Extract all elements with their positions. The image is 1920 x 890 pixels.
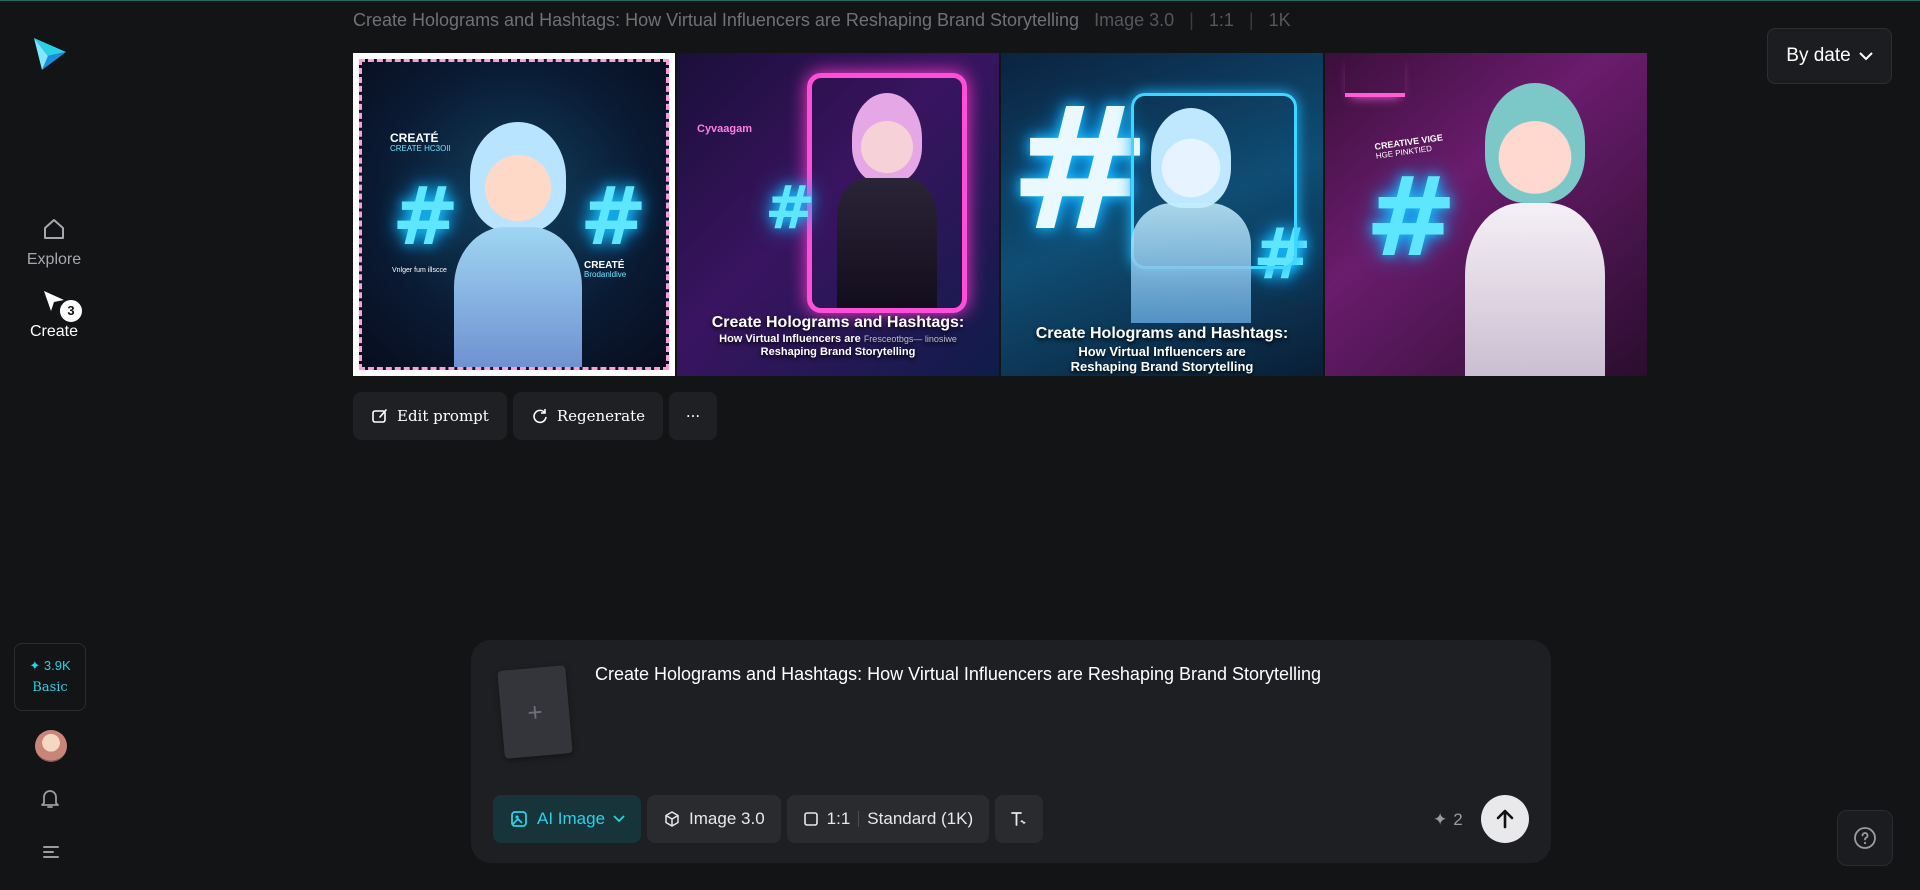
menu-icon[interactable]	[41, 843, 61, 866]
generated-image-3[interactable]: # # Create Holograms and Hashtags: How V…	[1001, 53, 1323, 376]
prompt-input[interactable]: Create Holograms and Hashtags: How Virtu…	[595, 664, 1321, 685]
nav-create-label: Create	[29, 323, 79, 340]
chevron-down-icon	[1859, 52, 1873, 61]
help-icon	[1854, 827, 1876, 849]
image-1-bottom-left: Vnlger fum illscce	[392, 267, 447, 274]
nav-explore-label: Explore	[26, 251, 82, 268]
chevron-down-icon	[613, 815, 625, 823]
image-3-caption-line2: Reshaping Brand Storytelling	[1070, 359, 1254, 375]
regenerate-button[interactable]: Regenerate	[512, 392, 664, 440]
generation-cost: ✦ 2	[1433, 810, 1463, 830]
hashtag-graphic: #	[392, 170, 460, 263]
character-body	[454, 227, 582, 367]
image-2-caption-extra: Fresceotbgs— linosiwe	[863, 333, 957, 344]
prompt-composer: + Create Holograms and Hashtags: How Vir…	[471, 640, 1551, 863]
image-1-top-text: CREATÉ CREATE HC3OII	[390, 131, 451, 154]
image-2-caption-line2: Reshaping Brand Storytelling	[760, 346, 916, 359]
character-body	[1465, 203, 1605, 376]
help-button[interactable]	[1837, 810, 1893, 866]
generation-prompt-title: Create Holograms and Hashtags: How Virtu…	[353, 10, 1080, 30]
generated-images: CREATÉ CREATE HC3OII # # Vnlger fum ills…	[353, 53, 1647, 376]
composer-toolbar: AI Image Image 3.0 1:1 Standard (1K)	[493, 795, 1044, 843]
top-border	[0, 0, 1920, 1]
character-figure	[470, 122, 566, 232]
ai-image-icon	[511, 811, 527, 827]
image-1-artwork: CREATÉ CREATE HC3OII # # Vnlger fum ills…	[359, 59, 669, 370]
hashtag-graphic: #	[765, 173, 816, 243]
plus-icon: +	[526, 695, 544, 728]
ratio-quality-selector[interactable]: 1:1 Standard (1K)	[786, 795, 990, 843]
image-2-caption-line1: How Virtual Influencers are	[719, 332, 861, 345]
edit-prompt-button[interactable]: Edit prompt	[353, 392, 507, 440]
image-2-panel-text: Cyvaagam	[697, 123, 753, 135]
generated-image-1[interactable]: CREATÉ CREATE HC3OII # # Vnlger fum ills…	[353, 53, 675, 376]
character-figure	[1485, 83, 1585, 203]
hashtag-graphic: #	[580, 170, 648, 263]
generation-mode-dropdown[interactable]: AI Image	[493, 795, 642, 843]
sparkle-icon: ✦	[1433, 810, 1448, 829]
image-3-caption-title: Create Holograms and Hashtags:	[1035, 325, 1289, 342]
text-style-button[interactable]	[995, 795, 1044, 843]
avatar[interactable]	[35, 730, 67, 762]
generation-model: Image 3.0	[1094, 10, 1175, 30]
image-1-top-title: CREATÉ	[390, 131, 439, 145]
character-body	[837, 178, 937, 308]
meta-separator: |	[1248, 10, 1254, 30]
home-icon	[44, 219, 64, 239]
image-actions: Edit prompt Regenerate ···	[353, 392, 718, 440]
sparkle-icon: ✦	[29, 658, 41, 673]
sidebar: Explore 3 Create ✦ 3.9K Basic	[0, 0, 108, 890]
sort-label: By date	[1786, 45, 1851, 66]
meta-separator: |	[1189, 10, 1194, 30]
credits-amount: 3.9K	[43, 658, 71, 673]
credits-amount-row: ✦ 3.9K	[15, 658, 85, 674]
more-icon: ···	[685, 407, 701, 425]
hashtag-graphic: #	[1365, 153, 1458, 281]
quality-label: Standard (1K)	[867, 809, 974, 828]
character-figure	[1151, 108, 1231, 208]
edit-icon	[372, 409, 387, 423]
plan-label: Basic	[32, 680, 68, 695]
image-2-caption-line: How Virtual Influencers are Fresceotbgs—…	[677, 332, 999, 346]
generation-mode-label: AI Image	[537, 809, 606, 828]
regenerate-label: Regenerate	[556, 407, 646, 425]
model-label: Image 3.0	[689, 809, 765, 828]
edit-prompt-label: Edit prompt	[397, 407, 489, 425]
image-3-caption-line1: How Virtual Influencers are	[1078, 343, 1246, 359]
refresh-icon	[533, 409, 547, 424]
generation-ratio: 1:1	[1208, 10, 1234, 30]
more-options-button[interactable]: ···	[669, 392, 718, 440]
send-button[interactable]	[1481, 795, 1529, 843]
image-1-bottom-right-sub: Brodanldive	[584, 270, 627, 279]
ratio-label: 1:1	[826, 809, 851, 828]
sort-dropdown[interactable]: By date	[1767, 28, 1892, 84]
arrow-up-icon	[1496, 809, 1514, 829]
app-logo[interactable]	[30, 34, 70, 74]
text-format-icon	[1011, 812, 1026, 826]
aspect-ratio-icon	[803, 812, 818, 826]
model-selector[interactable]: Image 3.0	[647, 795, 781, 843]
reference-image-upload[interactable]: +	[497, 665, 573, 759]
credits-panel[interactable]: ✦ 3.9K Basic	[14, 643, 86, 711]
nav-explore[interactable]: Explore	[14, 216, 94, 269]
image-2-caption-title: Create Holograms and Hashtags:	[711, 314, 965, 331]
generated-image-4[interactable]: CREATIVE VIGE HGE PINKTIED #	[1325, 53, 1647, 376]
cube-icon	[665, 811, 679, 827]
generated-image-2[interactable]: Cyvaagam # Create Holograms and Hashtags…	[677, 53, 999, 376]
neon-shelf	[1345, 53, 1405, 97]
character-body	[1131, 203, 1251, 323]
character-figure	[852, 93, 922, 183]
image-1-bottom-right: CREATÉ Brodanldive	[584, 260, 626, 280]
generation-header: Create Holograms and Hashtags: How Virtu…	[353, 10, 1291, 31]
notifications-bell-icon[interactable]	[38, 786, 62, 815]
image-1-top-sub: CREATE HC3OII	[390, 144, 451, 154]
generation-resolution: 1K	[1268, 10, 1291, 30]
image-2-caption: Create Holograms and Hashtags: How Virtu…	[677, 314, 999, 359]
cost-value: 2	[1453, 810, 1463, 829]
create-count-badge: 3	[58, 298, 84, 324]
toolbar-separator	[858, 811, 860, 827]
nav-create[interactable]: 3 Create	[14, 288, 94, 341]
image-3-caption: Create Holograms and Hashtags: How Virtu…	[1001, 325, 1323, 375]
